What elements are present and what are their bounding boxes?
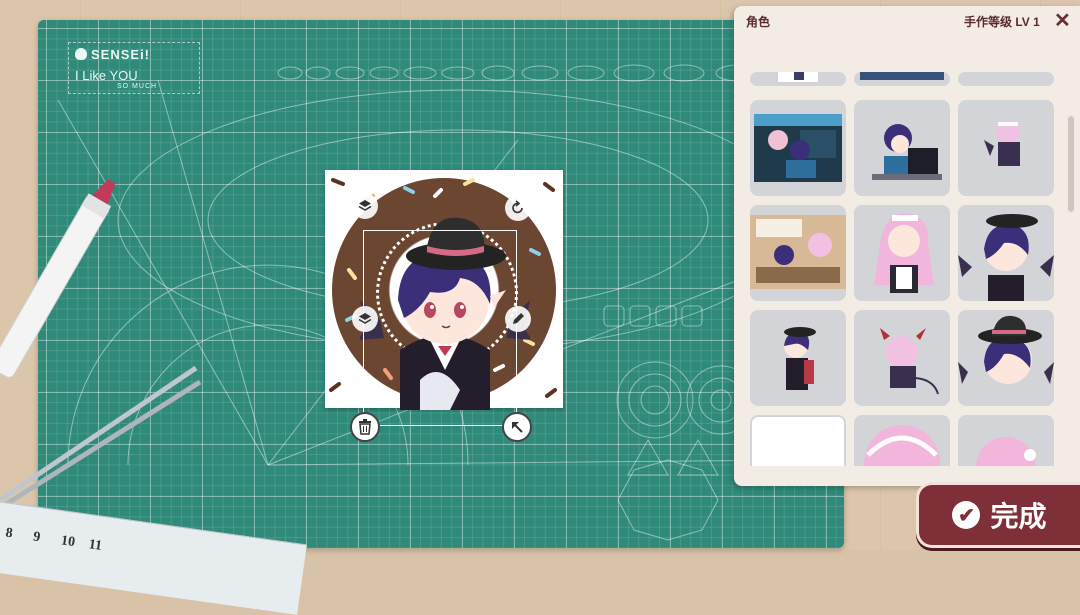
panel-title: 角色 — [746, 15, 771, 29]
character-item-group-scene[interactable] — [750, 205, 846, 301]
ruler-number: 8 — [4, 525, 14, 542]
done-button-label: 完成 — [990, 501, 1047, 532]
character-item-desk-boy[interactable] — [854, 100, 950, 196]
character-item-maid-girl[interactable] — [854, 205, 950, 301]
character-item-pink-girl-b[interactable] — [958, 415, 1054, 466]
character-item-partial[interactable] — [958, 72, 1054, 86]
character-item-blank[interactable] — [750, 415, 846, 466]
character-grid — [748, 72, 1064, 466]
brand-tagline: I Like YOU — [75, 68, 138, 83]
octopus-icon — [75, 48, 87, 60]
sticker-selection-frame — [363, 230, 517, 426]
ruler-number: 10 — [59, 533, 76, 551]
ruler-number: 9 — [32, 529, 42, 546]
mat-brand-label: SENSEi! I Like YOU SO MUCH — [68, 42, 200, 94]
ruler-number: 11 — [87, 537, 103, 554]
pencil-icon[interactable] — [505, 306, 531, 332]
character-item-devil-girl[interactable] — [854, 310, 950, 406]
character-item-partial[interactable] — [750, 72, 846, 86]
character-item-bat-boy-full[interactable] — [750, 310, 846, 406]
trash-icon[interactable] — [350, 412, 380, 442]
character-item-small-pink-girl[interactable] — [958, 100, 1054, 196]
close-icon[interactable]: ✕ — [1054, 8, 1071, 33]
craft-level-label: 手作等级 LV 1 — [964, 15, 1040, 29]
character-item-screen-scene[interactable] — [750, 100, 846, 196]
character-item-pink-girl-a[interactable] — [854, 415, 950, 466]
brand-title: SENSEi! — [91, 47, 151, 62]
tweezers — [0, 365, 202, 511]
resize-arrow-icon[interactable] — [502, 412, 532, 442]
rotate-icon[interactable] — [505, 195, 531, 221]
check-icon: ✔ — [952, 501, 981, 529]
character-item-bat-boy-hat[interactable] — [958, 310, 1054, 406]
brand-subtagline: SO MUCH — [117, 83, 158, 90]
done-button[interactable]: ✔ 完成 — [916, 482, 1080, 548]
character-item-bat-boy-bust[interactable] — [958, 205, 1054, 301]
layers-down-icon[interactable] — [352, 306, 378, 332]
layers-icon[interactable] — [352, 193, 378, 219]
panel-scrollbar[interactable] — [1068, 116, 1074, 212]
character-item-partial[interactable] — [854, 72, 950, 86]
character-panel: 角色 手作等级 LV 1 ✕ — [734, 6, 1080, 486]
